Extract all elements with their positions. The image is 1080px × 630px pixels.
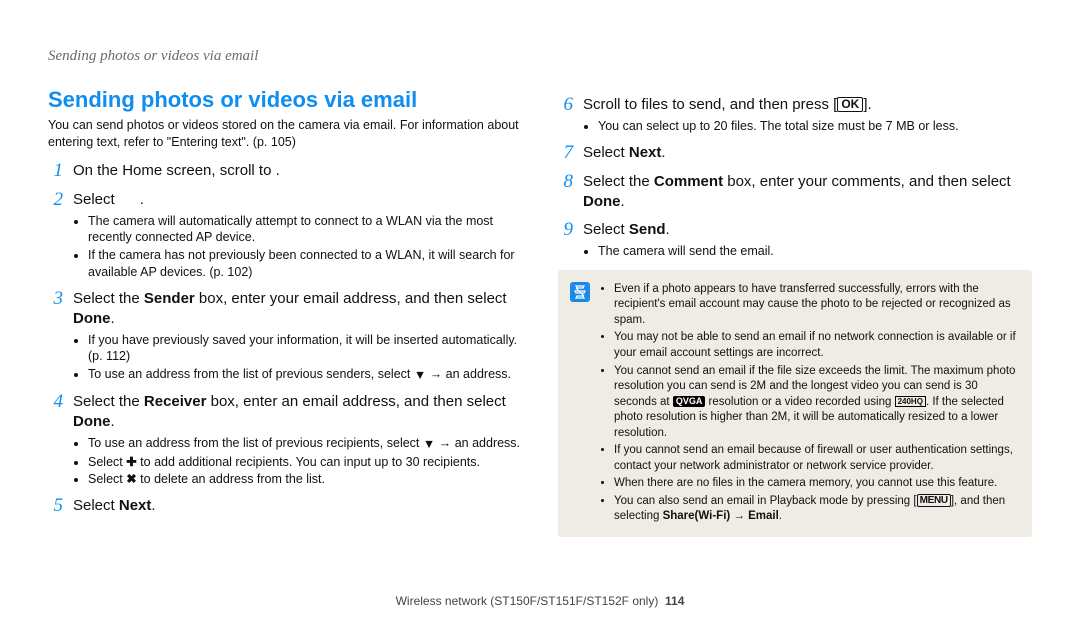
note-item: You cannot send an email if the file siz… [614,364,1020,442]
right-column: 6 Scroll to files to send, and then press… [558,87,1032,537]
sublist-item: The camera will send the email. [598,243,1032,260]
step-text: Select the Comment box, enter your comme… [583,172,1032,213]
sublist-item: To use an address from the list of previ… [88,435,522,453]
step: 6 Scroll to files to send, and then press… [558,95,1032,116]
left-column: Sending photos or videos via email You c… [48,87,522,537]
note-item: When there are no files in the camera me… [614,476,1020,492]
step: 4Select the Receiver box, enter an email… [48,392,522,433]
footer-page-number: 114 [665,594,684,608]
note-item: If you cannot send an email because of f… [614,443,1020,474]
content-columns: Sending photos or videos via email You c… [48,87,1032,537]
down-triangle-icon: ▼ [414,367,426,384]
menu-icon: MENU [917,494,951,507]
step-text: Select the Receiver box, enter an email … [73,392,522,433]
note-item: You can also send an email in Playback m… [614,494,1020,525]
step: 1 On the Home screen, scroll to . [48,161,522,182]
intro-text: You can send photos or videos stored on … [48,117,522,151]
step-sublist: The camera will send the email. [558,243,1032,260]
step-number: 4 [48,392,63,433]
step-text: Select . [73,190,144,211]
note-item: You may not be able to send an email if … [614,330,1020,361]
step-text: Select the Sender box, enter your email … [73,289,522,330]
sublist-item: To use an address from the list of previ… [88,366,522,384]
manual-page: Sending photos or videos via email Sendi… [0,0,1080,630]
step-text: Scroll to files to send, and then press … [583,95,872,116]
step-number: 5 [48,496,63,517]
sublist-item: If you have previously saved your inform… [88,332,522,366]
sublist-item: If the camera has not previously been co… [88,247,522,281]
note-box: Even if a photo appears to have transfer… [558,270,1032,537]
plus-icon: ✚ [126,455,136,469]
step-number: 1 [48,161,63,182]
sublist-item: The camera will automatically attempt to… [88,213,522,247]
note-list: Even if a photo appears to have transfer… [600,280,1020,527]
rec-icon: 240HQ [895,396,926,408]
step-sublist: You can select up to 20 files. The total… [558,118,1032,135]
step: 7 Select Next. [558,143,1032,164]
step-text: Select Next. [73,496,156,517]
step: 3Select the Sender box, enter your email… [48,289,522,330]
sublist-item: Select ✚ to add additional recipients. Y… [88,454,522,471]
down-triangle-icon: ▼ [423,436,435,453]
page-footer: Wireless network (ST150F/ST151F/ST152F o… [0,594,1080,608]
step-number: 8 [558,172,573,213]
step-text: Select Next. [583,143,666,164]
footer-label: Wireless network (ST150F/ST151F/ST152F o… [396,594,659,608]
sublist-item: You can select up to 20 files. The total… [598,118,1032,135]
step-text: Select Send. [583,220,670,241]
step-sublist: To use an address from the list of previ… [48,435,522,489]
step-text: On the Home screen, scroll to . [73,161,280,182]
qvga-icon: QVGA [673,396,706,408]
step-number: 2 [48,190,63,211]
step: 2 Select . [48,190,522,211]
step: 8Select the Comment box, enter your comm… [558,172,1032,213]
page-header-title: Sending photos or videos via email [48,48,1032,65]
step: 5 Select Next. [48,496,522,517]
step-number: 9 [558,220,573,241]
note-item: Even if a photo appears to have transfer… [614,282,1020,329]
step-number: 7 [558,143,573,164]
step-sublist: If you have previously saved your inform… [48,332,522,385]
step: 9 Select Send. [558,220,1032,241]
sublist-item: Select ✖ to delete an address from the l… [88,471,522,488]
ok-icon: OK [837,97,863,112]
x-icon: ✖ [126,472,136,486]
note-icon [570,282,590,302]
step-number: 3 [48,289,63,330]
step-number: 6 [558,95,573,116]
section-title: Sending photos or videos via email [48,87,522,113]
step-sublist: The camera will automatically attempt to… [48,213,522,282]
